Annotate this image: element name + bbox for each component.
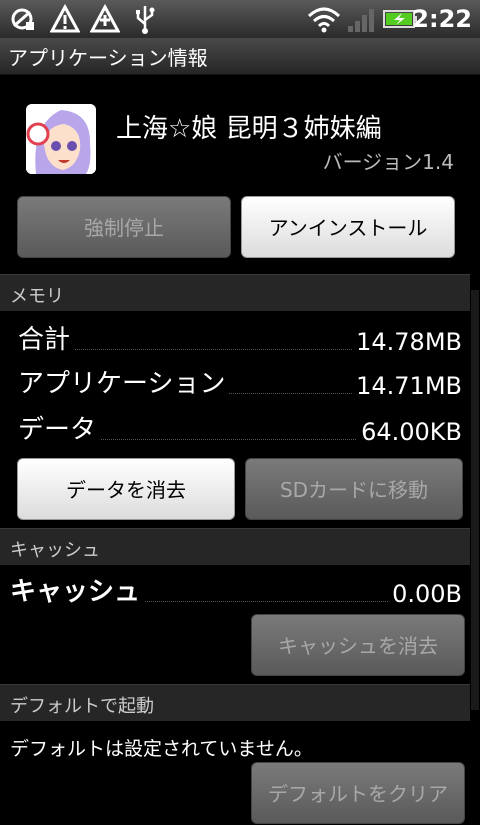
uninstall-button[interactable]: アンインストール <box>241 196 455 258</box>
scrollbar[interactable] <box>471 290 479 710</box>
cache-row: キャッシュ 0.00B <box>10 571 462 612</box>
app-version: バージョン1.4 <box>322 150 454 174</box>
memory-row-data: データ 64.00KB <box>18 409 462 450</box>
clear-data-button[interactable]: データを消去 <box>17 458 235 520</box>
cache-header-label: キャッシュ <box>10 540 100 561</box>
memory-row-application: アプリケーション 14.71MB <box>18 363 462 404</box>
move-to-sd-button[interactable]: SDカードに移動 <box>245 458 463 520</box>
cache-label: キャッシュ <box>10 571 145 608</box>
app-character-icon <box>26 104 96 174</box>
title-bar: アプリケーション情報 <box>0 38 480 75</box>
cache-section-header: キャッシュ <box>0 528 470 565</box>
page-title: アプリケーション情報 <box>8 46 208 70</box>
signal-icon <box>348 9 374 32</box>
warning-icon <box>50 4 80 33</box>
memory-total-label: 合計 <box>18 319 75 356</box>
app-icon <box>26 104 96 174</box>
memory-data-label: データ <box>18 409 101 446</box>
debug-icon <box>11 8 34 30</box>
memory-data-value: 64.00KB <box>357 418 462 446</box>
memory-row-total: 合計 14.78MB <box>18 319 462 360</box>
cache-value: 0.00B <box>388 580 462 608</box>
warning-icon <box>90 4 120 33</box>
clock: 2:22 <box>412 5 472 33</box>
clear-defaults-button[interactable]: デフォルトをクリア <box>251 762 465 824</box>
force-stop-button[interactable]: 強制停止 <box>17 196 231 258</box>
memory-application-value: 14.71MB <box>352 372 462 400</box>
usb-icon <box>136 6 155 34</box>
defaults-message: デフォルトは設定されていません。 <box>10 738 313 760</box>
memory-header-label: メモリ <box>10 286 64 307</box>
app-name: 上海☆娘 昆明３姉妹編 <box>116 114 382 144</box>
wifi-icon <box>307 7 341 33</box>
defaults-section-header: デフォルトで起動 <box>0 684 470 721</box>
defaults-header-label: デフォルトで起動 <box>10 696 154 717</box>
memory-application-label: アプリケーション <box>18 363 230 400</box>
memory-total-value: 14.78MB <box>352 328 462 356</box>
clear-cache-button[interactable]: キャッシュを消去 <box>251 614 465 676</box>
memory-section-header: メモリ <box>0 274 470 311</box>
status-bar: 2:22 <box>0 0 480 38</box>
